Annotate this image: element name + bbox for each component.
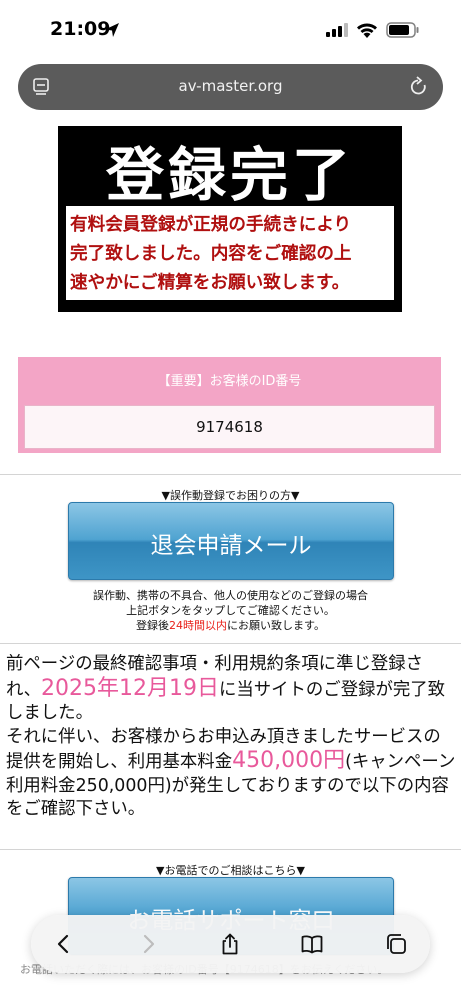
forward-icon[interactable] xyxy=(137,933,159,955)
base-fee-amount: 450,000円 xyxy=(232,748,346,773)
withdraw-note-2: 上記ボタンをタップしてご確認ください。 xyxy=(126,604,335,617)
note-3-prefix: 登録後 xyxy=(136,619,170,632)
share-icon[interactable] xyxy=(219,933,241,955)
customer-id-panel: 【重要】お客様のID番号 9174618 xyxy=(18,357,441,453)
customer-id-value: 9174618 xyxy=(196,418,263,436)
location-arrow-icon xyxy=(105,23,119,37)
wifi-icon xyxy=(357,23,377,38)
banner-message-box: 有料会員登録が正規の手続きにより 完了致しました。内容をご確認の上 速やかにご精… xyxy=(66,206,394,300)
back-icon[interactable] xyxy=(53,933,75,955)
customer-id-label: 【重要】お客様のID番号 xyxy=(157,374,302,389)
registration-date: 2025年12月19日 xyxy=(40,675,219,701)
url-text[interactable]: av-master.org xyxy=(18,77,443,95)
battery-icon xyxy=(386,22,419,38)
browser-toolbar xyxy=(31,915,430,973)
phone-caption: ▼お電話でのご相談はこちら▼ xyxy=(156,864,305,877)
registration-details-text: 前ページの最終確認事項・利用規約条項に準じ登録され、2025年12月19日に当サ… xyxy=(6,653,456,822)
signal-icon xyxy=(326,23,348,37)
withdraw-note-3: 登録後24時間以内にお願い致します。 xyxy=(0,618,461,633)
divider xyxy=(0,474,461,475)
withdraw-mail-button[interactable]: 退会申請メール xyxy=(68,502,394,580)
status-time: 21:09 xyxy=(50,18,111,40)
withdraw-mail-button-label: 退会申請メール xyxy=(150,533,312,559)
banner-message: 有料会員登録が正規の手続きにより 完了致しました。内容をご確認の上 速やかにご精… xyxy=(70,214,352,293)
divider xyxy=(0,643,461,644)
divider xyxy=(0,849,461,850)
withdraw-notes: 誤作動、携帯の不具合、他人の使用などのご登録の場合 上記ボタンをタップしてご確認… xyxy=(0,588,461,633)
note-3-suffix: にお願い致します。 xyxy=(227,619,325,632)
bookmarks-icon[interactable] xyxy=(301,933,323,955)
note-3-deadline: 24時間以内 xyxy=(169,619,228,632)
address-bar[interactable]: av-master.org xyxy=(18,64,443,110)
registration-complete-banner: 登録完了 有料会員登録が正規の手続きにより 完了致しました。内容をご確認の上 速… xyxy=(58,126,402,312)
withdraw-caption: ▼誤作動登録でお困りの方▼ xyxy=(161,489,300,502)
banner-title: 登録完了 xyxy=(105,141,354,209)
tabs-icon[interactable] xyxy=(385,933,407,955)
withdraw-note-1: 誤作動、携帯の不具合、他人の使用などのご登録の場合 xyxy=(93,589,368,602)
customer-id-box: 9174618 xyxy=(24,405,435,449)
status-bar: 21:09 xyxy=(0,0,461,60)
reload-icon[interactable] xyxy=(409,76,429,98)
